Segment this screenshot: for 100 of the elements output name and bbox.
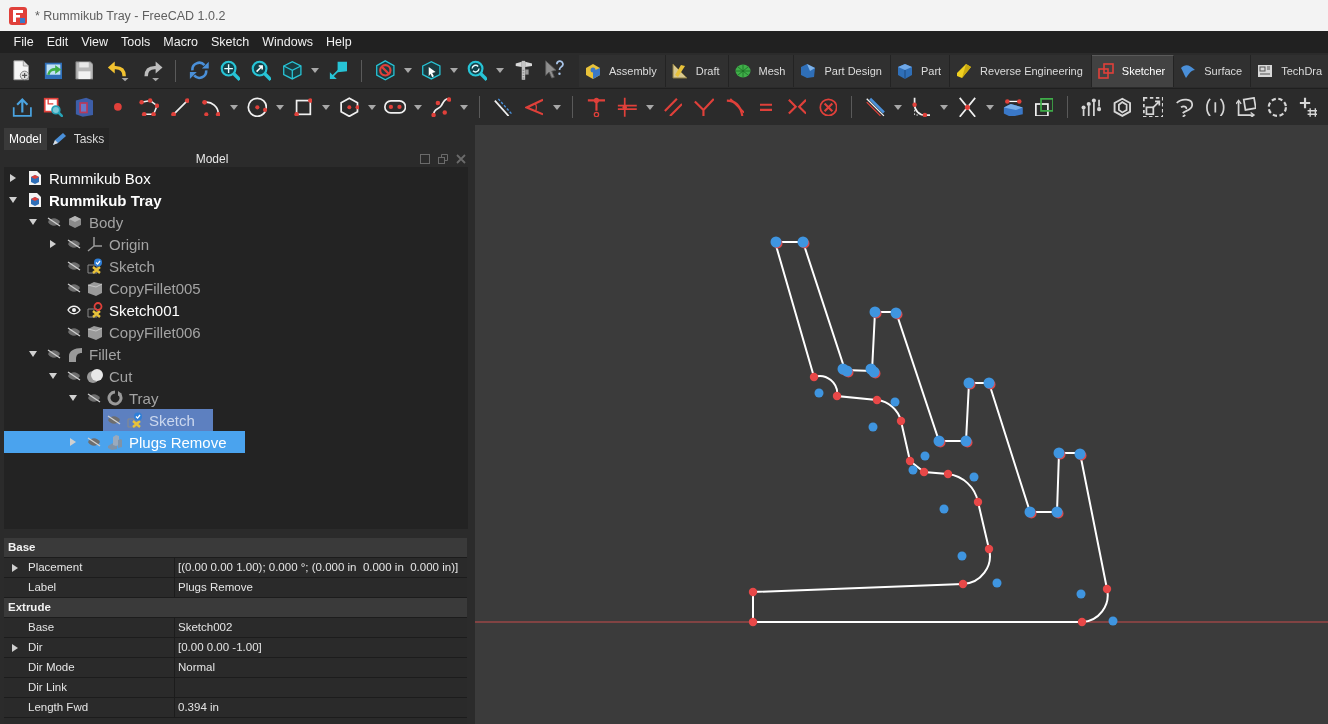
curve-tangent-icon[interactable] xyxy=(725,97,745,117)
equal-icon[interactable] xyxy=(760,102,772,112)
caret-down-icon[interactable] xyxy=(29,219,37,225)
diagonal-lines-icon[interactable] xyxy=(493,97,513,117)
workbench-tab[interactable]: Reverse Engineering xyxy=(950,54,1092,87)
menu-item[interactable]: File xyxy=(7,35,41,49)
restore-window-icon[interactable] xyxy=(438,153,448,164)
menu-item[interactable]: Help xyxy=(319,35,359,49)
panel-tab[interactable]: Tasks xyxy=(46,128,110,150)
cross-trim-icon[interactable] xyxy=(957,96,977,118)
circled-x-icon[interactable] xyxy=(818,97,838,117)
caret-down-icon[interactable] xyxy=(940,104,948,110)
caret-down-icon[interactable] xyxy=(311,68,319,73)
caret-down-icon[interactable] xyxy=(496,68,504,73)
cube-icon[interactable] xyxy=(281,60,303,81)
eye-crossed-icon[interactable] xyxy=(47,349,61,359)
workbench-tab[interactable]: Assembly xyxy=(579,54,666,87)
tree-item[interactable]: Sketch001 xyxy=(4,299,198,321)
dot-bars-icon[interactable] xyxy=(1080,97,1102,117)
eye-crossed-icon[interactable] xyxy=(67,371,81,381)
workbench-tab[interactable]: Part Design xyxy=(794,54,891,87)
caret-down-icon[interactable] xyxy=(49,373,57,379)
square-arrows-icon[interactable] xyxy=(1235,96,1257,118)
eye-crossed-icon[interactable] xyxy=(47,217,61,227)
caret-down-icon[interactable] xyxy=(69,395,77,401)
caret-down-icon[interactable] xyxy=(894,104,902,110)
cube-cursor-icon[interactable] xyxy=(420,60,442,81)
undo-icon[interactable] xyxy=(106,59,130,82)
caret-down-icon[interactable] xyxy=(29,351,37,357)
plus-hash-icon[interactable] xyxy=(1298,96,1318,118)
t-shape-icon[interactable] xyxy=(586,96,606,118)
circle-icon[interactable] xyxy=(246,96,268,118)
zoom-refresh-icon[interactable] xyxy=(466,60,488,81)
hook-curve-icon[interactable] xyxy=(1174,96,1194,118)
eye-crossed-icon[interactable] xyxy=(67,327,81,337)
upload-arrow-icon[interactable] xyxy=(11,96,33,118)
no-sign-icon[interactable] xyxy=(374,60,396,81)
caret-down-icon[interactable] xyxy=(553,104,561,110)
section-cube-icon[interactable] xyxy=(74,96,94,118)
rectangle-icon[interactable] xyxy=(293,97,313,117)
eye-crossed-icon[interactable] xyxy=(87,393,101,403)
workbench-tab[interactable]: Surface xyxy=(1174,54,1252,87)
menu-item[interactable]: View xyxy=(74,35,115,49)
tree-item[interactable]: Rummikub Tray xyxy=(4,189,180,211)
line-icon[interactable] xyxy=(170,97,190,117)
tree-item[interactable]: CopyFillet005 xyxy=(4,277,219,299)
caret-down-icon[interactable] xyxy=(322,104,330,110)
help-cursor-icon[interactable] xyxy=(543,60,565,81)
menu-item[interactable]: Tools xyxy=(114,35,157,49)
caret-down-icon[interactable] xyxy=(9,197,17,203)
s-curve-icon[interactable] xyxy=(430,96,452,118)
tree-item[interactable]: Cut xyxy=(4,365,151,387)
angle-icon[interactable] xyxy=(524,98,544,116)
caret-down-icon[interactable] xyxy=(414,104,422,110)
refresh-icon[interactable] xyxy=(188,60,210,81)
close-icon[interactable] xyxy=(456,153,466,164)
menu-item[interactable]: Edit xyxy=(40,35,75,49)
diagonal-dimension-icon[interactable] xyxy=(864,96,886,118)
eye-crossed-icon[interactable] xyxy=(67,283,81,293)
diagonal-arrow-square-icon[interactable] xyxy=(328,61,348,80)
open-file-icon[interactable] xyxy=(43,61,63,80)
tree-item[interactable]: Rummikub Box xyxy=(4,167,169,189)
eye-crossed-icon[interactable] xyxy=(67,261,81,271)
workbench-tab[interactable]: TechDra xyxy=(1251,54,1328,87)
menu-item[interactable]: Macro xyxy=(156,35,205,49)
hexagon-knot-icon[interactable] xyxy=(1111,96,1133,118)
parentheses-icon[interactable] xyxy=(1204,97,1226,117)
panel-tab[interactable]: Model xyxy=(4,128,47,150)
polyline-icon[interactable] xyxy=(138,97,160,117)
save-icon[interactable] xyxy=(74,61,94,80)
caret-down-icon[interactable] xyxy=(230,104,238,110)
caret-down-icon[interactable] xyxy=(276,104,284,110)
sketch-drawing[interactable] xyxy=(748,236,1118,627)
dashed-circle-icon[interactable] xyxy=(1266,96,1288,118)
caret-right-icon[interactable] xyxy=(11,643,18,652)
new-document-icon[interactable] xyxy=(13,60,31,81)
tree-item[interactable]: Body xyxy=(4,211,142,233)
caret-down-icon[interactable] xyxy=(404,68,412,73)
tree-item[interactable]: Tray xyxy=(4,387,177,409)
slot-icon[interactable] xyxy=(383,100,407,114)
tree-item[interactable]: Origin xyxy=(4,233,167,255)
menu-item[interactable]: Sketch xyxy=(204,35,256,49)
zoom-fit-icon[interactable] xyxy=(219,60,241,81)
arc-icon[interactable] xyxy=(201,97,221,117)
point-icon[interactable] xyxy=(114,103,122,111)
workbench-tab[interactable]: Mesh xyxy=(728,54,795,87)
frame-magnifier-icon[interactable] xyxy=(42,96,64,118)
workbench-tab[interactable]: Part xyxy=(890,54,951,87)
tree-item[interactable]: CopyFillet006 xyxy=(4,321,219,343)
tree-item[interactable]: Sketch xyxy=(4,255,173,277)
hexagon-icon[interactable] xyxy=(338,96,360,118)
window-square-icon[interactable] xyxy=(420,153,430,164)
caret-right-icon[interactable] xyxy=(50,240,56,248)
cross-lines-icon[interactable] xyxy=(616,96,638,118)
overlapping-squares-icon[interactable] xyxy=(1034,97,1054,117)
parallel-lines-icon[interactable] xyxy=(663,97,683,117)
angle-brackets-icon[interactable] xyxy=(787,99,807,115)
tree-item[interactable]: Fillet xyxy=(4,343,139,365)
caret-down-icon[interactable] xyxy=(368,104,376,110)
dashed-square-icon[interactable] xyxy=(1142,96,1164,118)
